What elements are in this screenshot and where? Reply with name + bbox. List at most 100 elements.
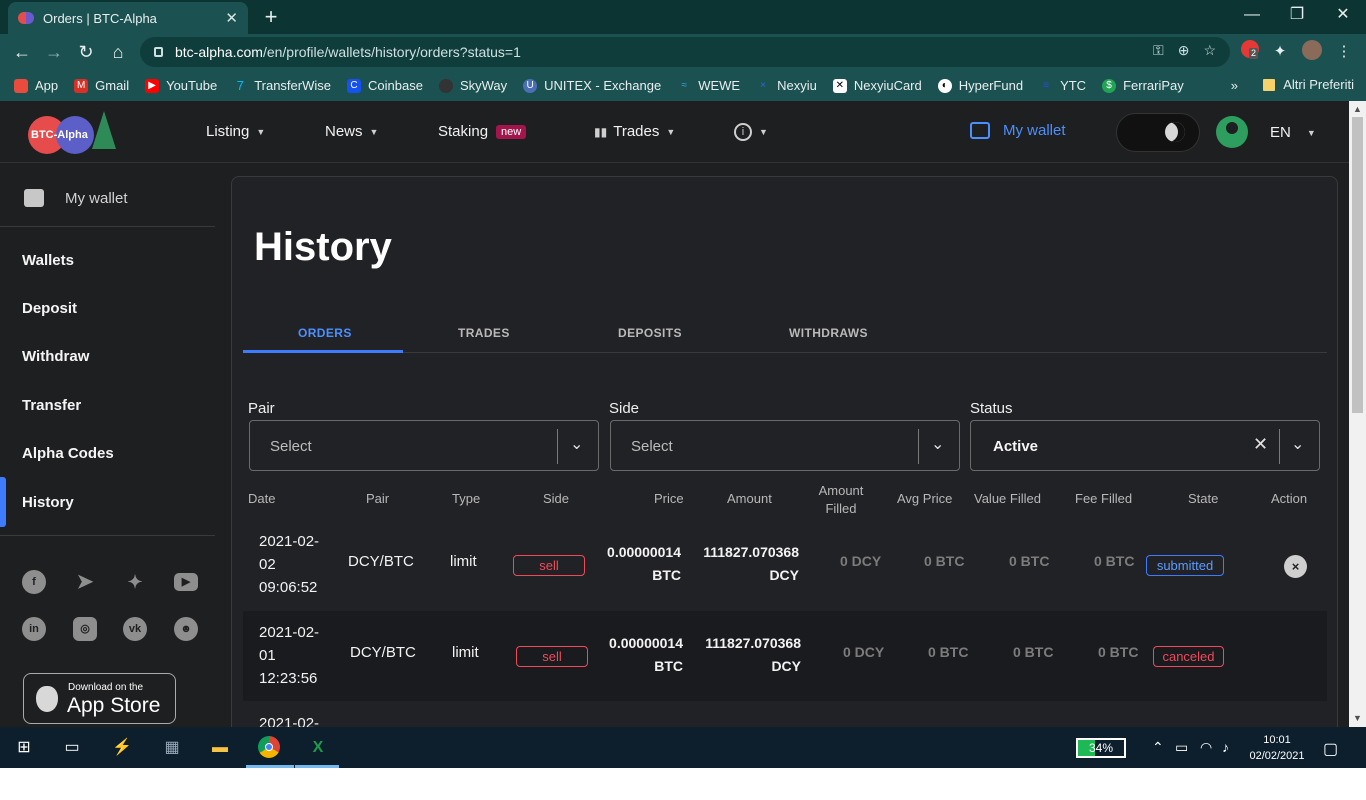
tab-title: Orders | BTC-Alpha [43, 10, 157, 26]
zoom-icon[interactable]: ⊕ [1178, 42, 1190, 59]
bookmark-ytc[interactable]: ≡ YTC [1039, 78, 1086, 93]
telegram-icon[interactable]: ➤ [73, 570, 97, 594]
language-selector[interactable]: EN ▼ [1270, 124, 1316, 141]
table-header: Date Pair Type Side Price Amount Amount … [243, 477, 1327, 517]
sidebar-item-withdraw[interactable]: Withdraw [22, 348, 89, 365]
excel-icon[interactable]: X [306, 736, 330, 760]
chevron-up-icon[interactable]: ⌃ [1152, 739, 1164, 756]
sidebar-item-deposit[interactable]: Deposit [22, 300, 77, 317]
tab-withdraws[interactable]: WITHDRAWS [789, 326, 868, 340]
bookmarks-overflow-button[interactable]: » [1231, 78, 1238, 93]
task-view-icon[interactable]: ▭ [60, 736, 84, 760]
home-icon[interactable]: ⌂ [106, 40, 130, 64]
chevron-down-icon[interactable]: ⌄ [570, 434, 583, 454]
close-window-button[interactable]: ✕ [1320, 0, 1366, 32]
windows-start-icon[interactable]: ⊞ [12, 736, 36, 760]
bookmark-ferraripay[interactable]: $ FerrariPay [1102, 78, 1184, 93]
back-icon[interactable]: ← [10, 40, 34, 64]
chevron-down-icon[interactable]: ⌄ [1291, 434, 1304, 454]
bookmark-wewe[interactable]: ≈ WEWE [677, 78, 740, 93]
nav-listing[interactable]: Listing ▼ [206, 123, 265, 140]
chevron-down-icon[interactable]: ⌄ [931, 434, 944, 454]
tab-trades[interactable]: TRADES [458, 326, 510, 340]
order-amount: 111827.070368 DCY [705, 635, 801, 674]
clear-icon[interactable]: ✕ [1253, 434, 1268, 455]
calculator-icon[interactable]: ▦ [160, 736, 184, 760]
sidebar-item-alpha-codes[interactable]: Alpha Codes [22, 445, 114, 462]
side-badge: sell [516, 646, 588, 667]
sidebar-title: My wallet [24, 189, 128, 207]
twitter-icon[interactable]: ✦ [123, 570, 147, 594]
minimize-button[interactable]: — [1229, 0, 1275, 32]
nav-staking[interactable]: Staking new [438, 123, 527, 140]
bookmark-skyway[interactable]: SkyWay [438, 78, 507, 93]
site-logo[interactable]: BTC-Alpha [28, 111, 118, 155]
bookmark-youtube[interactable]: ▶ YouTube [145, 78, 217, 93]
browser-menu-icon[interactable]: ⋮ [1332, 40, 1356, 64]
app-store-button[interactable]: Download on the App Store [23, 673, 176, 724]
tab-deposits[interactable]: DEPOSITS [618, 326, 682, 340]
user-avatar-icon[interactable] [1216, 116, 1248, 148]
battery-indicator[interactable]: 34% [1076, 738, 1126, 758]
wifi-icon[interactable]: ◠ [1200, 739, 1212, 756]
instagram-icon[interactable]: ◎ [73, 617, 97, 641]
profile-avatar-icon[interactable] [1300, 40, 1324, 64]
cancel-order-button[interactable]: × [1284, 555, 1307, 578]
order-amount: 111827.070368 DCY [703, 544, 799, 583]
system-clock[interactable]: 10:01 02/02/2021 [1246, 732, 1308, 764]
address-bar[interactable]: btc-alpha.com /en/profile/wallets/histor… [140, 37, 1230, 67]
app-pinned-icon[interactable]: ⚡ [110, 736, 134, 760]
history-tabs: ORDERS TRADES DEPOSITS WITHDRAWS [243, 317, 1327, 353]
other-bookmarks-folder[interactable]: Altri Preferiti [1263, 77, 1354, 92]
maximize-button[interactable]: ❐ [1274, 0, 1320, 32]
forward-icon[interactable]: → [42, 40, 66, 64]
battery-tray-icon[interactable]: ▭ [1175, 739, 1188, 756]
bookmark-app[interactable]: App [14, 78, 58, 93]
site-header: BTC-Alpha Listing ▼ News ▼ Staking new ▮▮ Tr… [0, 101, 1349, 163]
extension-icon[interactable]: 2 [1238, 40, 1262, 64]
scroll-up-icon[interactable]: ▲ [1353, 104, 1362, 114]
sidebar-item-wallets[interactable]: Wallets [22, 252, 74, 269]
sidebar-item-transfer[interactable]: Transfer [22, 397, 81, 414]
bookmark-unitex[interactable]: U UNITEX - Exchange [523, 78, 661, 93]
sidebar-item-history[interactable]: History [22, 494, 74, 511]
file-explorer-icon[interactable]: ▬ [208, 736, 232, 760]
vk-icon[interactable]: vk [123, 617, 147, 641]
bookmark-star-icon[interactable]: ☆ [1203, 42, 1216, 59]
new-tab-button[interactable]: + [258, 4, 284, 30]
christmas-tree-icon [92, 111, 116, 149]
chevron-down-icon: ▼ [666, 126, 676, 137]
nav-news[interactable]: News ▼ [325, 123, 378, 140]
linkedin-icon[interactable]: in [22, 617, 46, 641]
bookmark-hyperfund[interactable]: ◐ HyperFund [937, 78, 1023, 93]
bookmark-nexyiucard[interactable]: ✕ NexyiuCard [832, 78, 922, 93]
bookmark-coinbase[interactable]: C Coinbase [347, 78, 423, 93]
bookmark-nexyiu[interactable]: × Nexyiu [756, 78, 817, 93]
state-badge: submitted [1146, 555, 1224, 576]
volume-icon[interactable]: ♪ [1222, 739, 1229, 755]
status-select[interactable]: Active ✕ ⌄ [970, 420, 1320, 471]
facebook-icon[interactable]: f [22, 570, 46, 594]
reddit-icon[interactable]: ☻ [174, 617, 198, 641]
extensions-puzzle-icon[interactable]: ✦ [1268, 40, 1292, 64]
pair-select[interactable]: Select ⌄ [249, 420, 599, 471]
side-select[interactable]: Select ⌄ [610, 420, 960, 471]
scrollbar-thumb[interactable] [1352, 117, 1363, 413]
close-tab-icon[interactable]: ✕ [225, 9, 238, 27]
reload-icon[interactable]: ↻ [74, 40, 98, 64]
youtube-icon[interactable]: ▶ [174, 573, 198, 591]
site-favicon-icon [18, 12, 34, 24]
page-scrollbar[interactable]: ▲ ▼ [1349, 101, 1366, 727]
theme-toggle[interactable] [1116, 113, 1200, 152]
bookmark-gmail[interactable]: M Gmail [74, 78, 129, 93]
notifications-icon[interactable]: ▢ [1323, 739, 1338, 759]
browser-tab[interactable]: Orders | BTC-Alpha ✕ [8, 2, 248, 34]
nav-info[interactable]: i ▼ [734, 123, 768, 141]
bookmark-transferwise[interactable]: 7 TransferWise [233, 78, 331, 93]
tab-orders[interactable]: ORDERS [298, 326, 352, 340]
my-wallet-link[interactable]: My wallet [970, 122, 1066, 139]
chrome-taskbar-icon[interactable] [257, 736, 281, 760]
nav-trades[interactable]: ▮▮ Trades ▼ [594, 123, 675, 140]
scroll-down-icon[interactable]: ▼ [1353, 713, 1362, 723]
key-icon[interactable]: ⚿ [1153, 42, 1164, 59]
